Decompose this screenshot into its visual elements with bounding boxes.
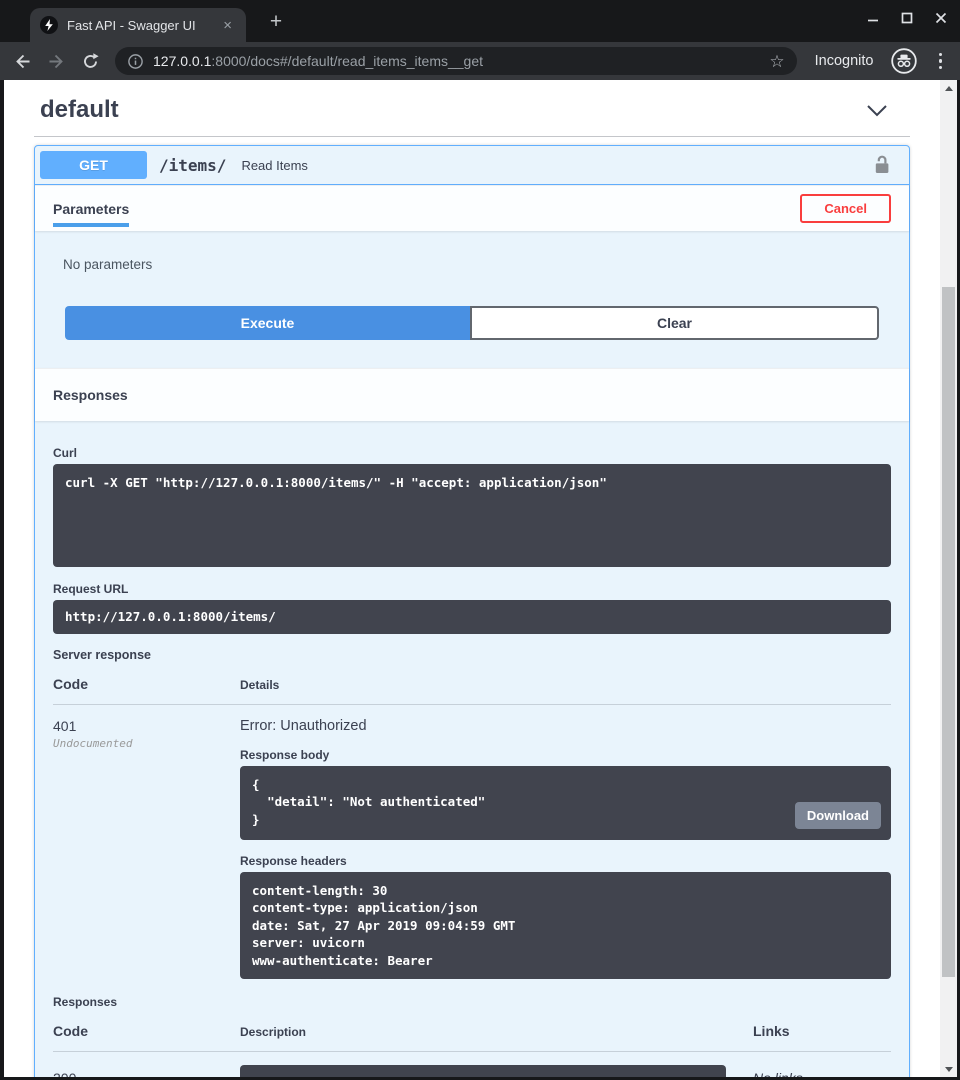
url-path: :8000/docs#/default/read_items_items__ge… [211,53,483,69]
curl-label: Curl [53,446,891,460]
method-badge: GET [40,151,147,179]
status-code: 401 [53,718,240,734]
minimize-icon[interactable] [866,11,880,25]
new-tab-button[interactable]: + [262,8,290,36]
live-response-table-header: Code Details [53,676,891,705]
request-url-value: http://127.0.0.1:8000/items/ [53,600,891,634]
column-details: Details [240,678,279,692]
tag-section-header[interactable]: default [34,80,910,137]
documented-table-header: Code Description Links [53,1023,891,1052]
browser-toolbar: 127.0.0.1:8000/docs#/default/read_items_… [0,42,960,80]
scrollbar[interactable] [940,80,957,1077]
incognito-icon [891,48,917,74]
documented-response-row: 200 Successful Response No links [53,1052,891,1077]
response-description: Error: Unauthorized [240,718,891,734]
live-response-row: 401 Undocumented Error: Unauthorized Res… [53,705,891,980]
response-headers-label: Response headers [240,854,891,868]
url-host: 127.0.0.1 [153,53,211,69]
response-body-json: { "detail": "Not authenticated" } [240,766,891,840]
address-bar[interactable]: 127.0.0.1:8000/docs#/default/read_items_… [115,47,797,75]
links-value: No links [753,1065,803,1077]
clear-button[interactable]: Clear [470,306,879,340]
browser-tab[interactable]: Fast API - Swagger UI × [30,8,246,42]
responses-title: Responses [53,387,128,403]
reload-icon[interactable] [81,52,100,71]
tab-title: Fast API - Swagger UI [67,18,219,33]
responses-section-header: Responses [35,368,909,421]
scroll-up-icon[interactable] [940,80,957,96]
execute-button[interactable]: Execute [65,306,470,340]
close-icon[interactable] [934,11,948,25]
page-body: default GET /items/ Read Items [0,80,960,1080]
download-button[interactable]: Download [795,802,881,829]
request-url-label: Request URL [53,582,891,596]
fastapi-favicon-icon [40,16,58,34]
back-icon[interactable] [13,52,32,71]
tab-strip: Fast API - Swagger UI × + [0,0,960,42]
server-response-label: Server response [53,648,891,662]
response-headers-value: content-length: 30 content-type: applica… [240,872,891,980]
cancel-button[interactable]: Cancel [800,194,891,223]
response-description-box: Successful Response [240,1065,726,1077]
parameters-header: Parameters Cancel [35,185,909,231]
execute-wrapper: Execute Clear [35,284,909,368]
undocumented-label: Undocumented [53,737,240,750]
column-code: Code [53,676,240,692]
response-body-label: Response body [240,748,891,762]
opblock-summary[interactable]: GET /items/ Read Items [35,146,909,185]
bookmark-star-icon[interactable]: ☆ [769,53,784,70]
documented-responses-label: Responses [53,995,891,1009]
scrollbar-thumb[interactable] [942,287,955,977]
responses-body: Curl curl -X GET "http://127.0.0.1:8000/… [35,421,909,1077]
auth-lock-icon[interactable] [872,153,892,177]
incognito-label: Incognito [815,53,874,69]
forward-icon[interactable] [47,52,66,71]
tab-parameters[interactable]: Parameters [53,201,129,217]
section-title: default [40,96,119,124]
browser-window: Fast API - Swagger UI × + [0,0,960,1080]
opblock-get-items: GET /items/ Read Items Parameters Cance [34,145,910,1077]
column-links: Links [753,1023,790,1039]
url-text[interactable]: 127.0.0.1:8000/docs#/default/read_items_… [153,53,760,69]
chevron-down-icon[interactable] [866,104,888,117]
no-parameters-text: No parameters [35,231,909,284]
tab-close-icon[interactable]: × [219,16,236,35]
page-info-icon[interactable] [127,53,144,70]
column-description: Description [240,1025,753,1039]
maximize-icon[interactable] [900,11,914,25]
operation-summary: Read Items [241,158,307,173]
status-code: 200 [53,1065,240,1077]
scroll-down-icon[interactable] [940,1061,957,1077]
browser-menu-icon[interactable] [934,53,948,70]
swagger-page: default GET /items/ Read Items [4,80,940,1077]
curl-command: curl -X GET "http://127.0.0.1:8000/items… [53,464,891,567]
operation-path: /items/ [159,156,226,175]
column-code: Code [53,1023,240,1039]
window-controls [866,11,948,25]
